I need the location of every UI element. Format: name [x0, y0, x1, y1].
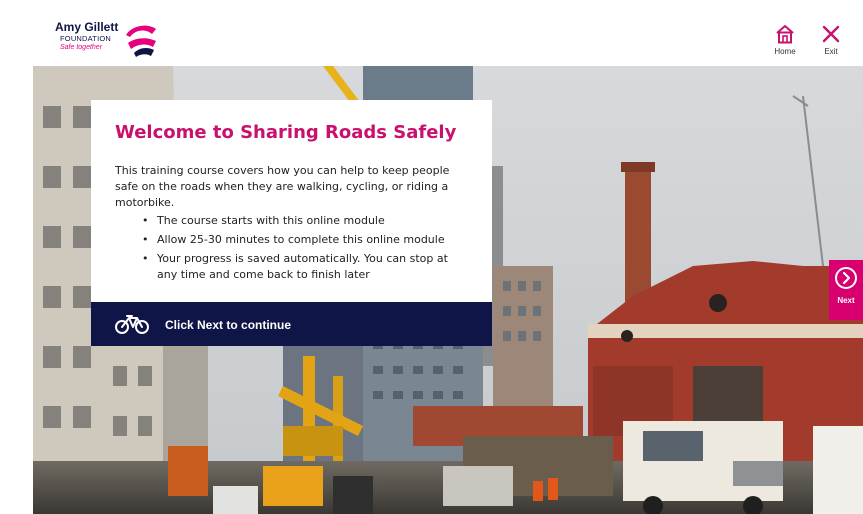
list-item: The course starts with this online modul… [141, 213, 471, 229]
app-frame: Amy Gillett FOUNDATION Safe together Hom… [0, 0, 863, 514]
home-label: Home [774, 47, 796, 56]
card-bullet-list: The course starts with this online modul… [141, 213, 471, 286]
card-title: Welcome to Sharing Roads Safely [115, 122, 457, 143]
logo-org: FOUNDATION [60, 34, 112, 43]
top-header: Amy Gillett FOUNDATION Safe together Hom… [33, 6, 863, 66]
welcome-card: Welcome to Sharing Roads Safely This tra… [91, 100, 492, 346]
home-icon [776, 25, 794, 44]
card-intro: This training course covers how you can … [115, 164, 450, 209]
bicycle-icon [115, 315, 149, 334]
home-button[interactable]: Home [765, 23, 805, 65]
chevron-right-circle-icon [835, 267, 857, 289]
logo-mark-icon [126, 25, 156, 57]
amy-gillett-logo: Amy Gillett FOUNDATION Safe together [55, 21, 195, 61]
card-footer-banner: Click Next to continue [91, 302, 492, 346]
close-icon [822, 25, 840, 43]
continue-prompt: Click Next to continue [165, 318, 292, 332]
exit-label: Exit [824, 47, 838, 56]
exit-button[interactable]: Exit [811, 23, 851, 65]
logo-name: Amy Gillett [55, 20, 119, 34]
logo-wordmark: Amy Gillett FOUNDATION Safe together [55, 21, 118, 51]
list-item: Your progress is saved automatically. Yo… [141, 251, 471, 283]
next-button[interactable]: Next [829, 260, 863, 320]
list-item: Allow 25-30 minutes to complete this onl… [141, 232, 471, 248]
next-label: Next [837, 296, 855, 305]
logo-tagline: Safe together [60, 43, 103, 51]
